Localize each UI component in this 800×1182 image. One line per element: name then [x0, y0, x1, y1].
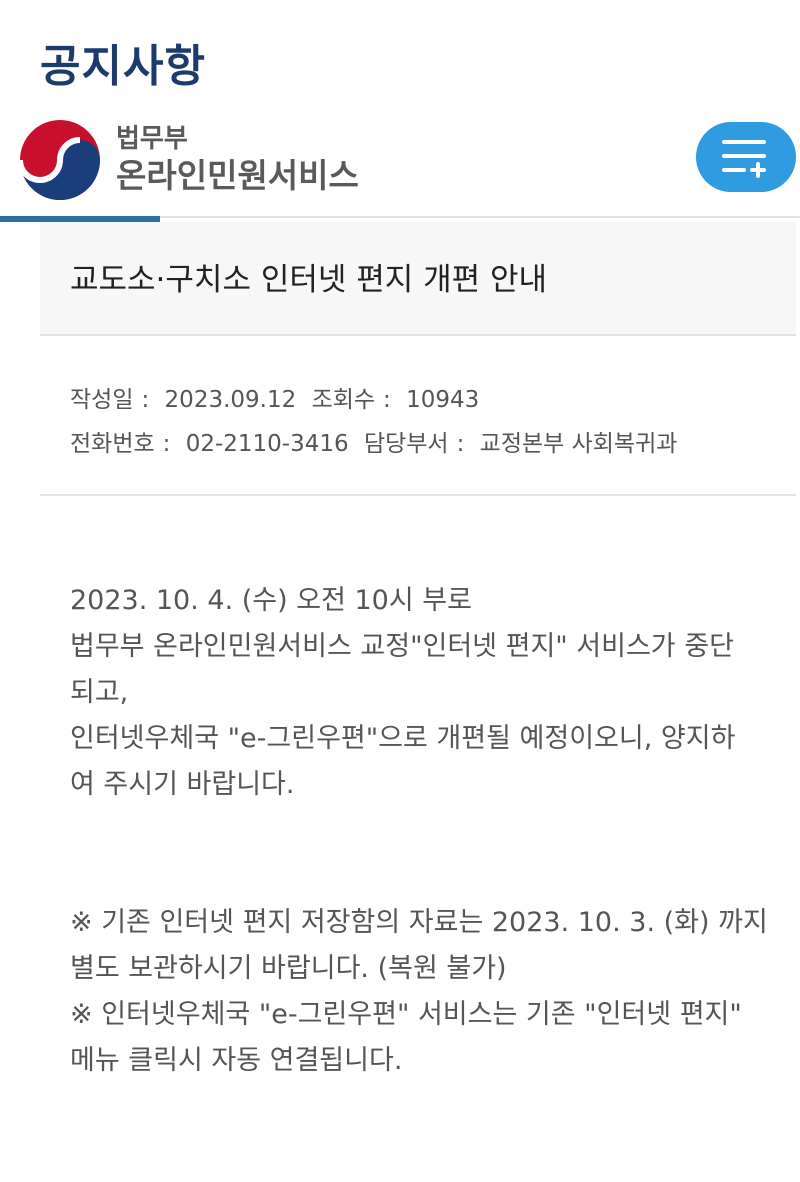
meta-row-1: 작성일: 2023.09.12 조회수: 10943: [70, 387, 480, 413]
government-emblem-icon[interactable]: [17, 118, 102, 202]
body-line: 인터넷우체국 "e-그린우편"으로 개편될 예정이오니, 양지하: [70, 723, 736, 754]
logo-ministry-name: 법무부: [116, 124, 188, 154]
menu-button[interactable]: [696, 122, 796, 192]
phone-value: 02-2110-3416: [185, 431, 349, 457]
views-label: 조회수: [311, 387, 376, 413]
dept-value: 교정본부 사회복귀과: [479, 431, 678, 457]
notice-title-box: 교도소·구치소 인터넷 편지 개편 안내: [40, 222, 796, 336]
meta-row-2: 전화번호: 02-2110-3416 담당부서: 교정본부 사회복귀과: [70, 431, 678, 457]
site-header: 법무부 온라인민원서비스: [0, 108, 800, 220]
body-line: 여 주시기 바랍니다.: [70, 769, 295, 800]
site-logo-text[interactable]: 법무부 온라인민원서비스: [116, 124, 359, 196]
body-line: 되고,: [70, 677, 129, 708]
page-title: 공지사항: [40, 41, 206, 92]
meta-divider: [40, 494, 796, 496]
notice-body: 2023. 10. 4. (수) 오전 10시 부로 법무부 온라인민원서비스 …: [70, 578, 770, 1084]
body-line: 2023. 10. 4. (수) 오전 10시 부로: [70, 585, 472, 616]
note-line: ※ 기존 인터넷 편지 저장함의 자료는 2023. 10. 3. (화) 까지: [70, 907, 768, 938]
phone-label: 전화번호: [70, 431, 155, 457]
note-line: 메뉴 클릭시 자동 연결됩니다.: [70, 1045, 403, 1076]
views-value: 10943: [406, 387, 480, 413]
body-line: 법무부 온라인민원서비스 교정"인터넷 편지" 서비스가 중단: [70, 631, 734, 662]
dept-label: 담당부서: [363, 431, 449, 457]
notice-meta: 작성일: 2023.09.12 조회수: 10943 전화번호: 02-2110…: [70, 378, 685, 466]
date-label: 작성일: [70, 387, 134, 413]
note-line: 별도 보관하시기 바랍니다. (복원 불가): [70, 953, 507, 984]
date-value: 2023.09.12: [164, 387, 297, 413]
logo-service-name: 온라인민원서비스: [116, 156, 359, 195]
menu-plus-icon: [722, 140, 766, 178]
notice-title: 교도소·구치소 인터넷 편지 개편 안내: [70, 262, 548, 298]
note-line: ※ 인터넷우체국 "e-그린우편" 서비스는 기존 "인터넷 편지": [70, 999, 742, 1030]
